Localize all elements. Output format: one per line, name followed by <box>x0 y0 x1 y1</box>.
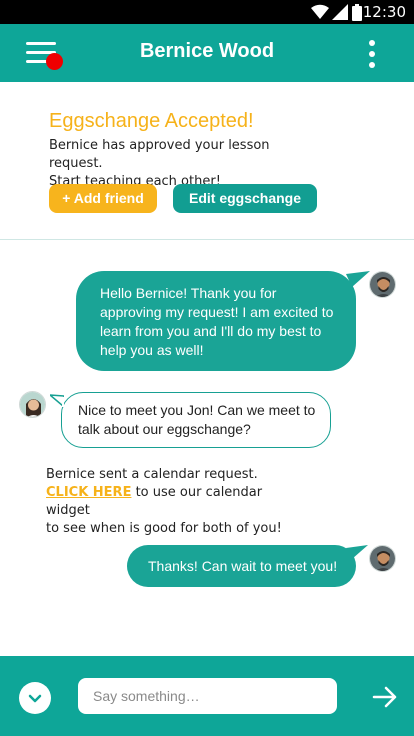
more-vertical-icon[interactable] <box>362 38 382 70</box>
calendar-click-here-link[interactable]: CLICK HERE <box>46 485 131 500</box>
calendar-note-line3: to see when is good for both of you! <box>46 521 282 536</box>
wifi-icon <box>311 4 329 20</box>
status-time: 12:30 <box>362 3 406 21</box>
message-outgoing: Thanks! Can wait to meet you! <box>127 545 368 587</box>
calendar-request-note: Bernice sent a calendar request. CLICK H… <box>46 466 306 538</box>
accepted-message-line1: Bernice has approved your lesson request… <box>49 138 270 171</box>
message-text: Hello Bernice! Thank you for approving m… <box>100 285 334 358</box>
add-friend-button[interactable]: + Add friend <box>49 184 157 213</box>
avatar-bernice <box>19 391 46 418</box>
message-text: Nice to meet you Jon! Can we meet to tal… <box>78 402 316 437</box>
edit-eggschange-button[interactable]: Edit eggschange <box>173 184 317 213</box>
message-input[interactable] <box>78 678 337 714</box>
bubble-tail <box>346 545 368 559</box>
status-bar: 12:30 <box>0 0 414 24</box>
message-incoming: Nice to meet you Jon! Can we meet to tal… <box>50 392 331 448</box>
page-title: Bernice Wood <box>139 40 275 62</box>
accepted-message: Bernice has approved your lesson request… <box>49 137 299 191</box>
bubble-tail <box>346 271 370 287</box>
avatar-jon <box>369 271 396 298</box>
app-bar: Bernice Wood <box>0 24 414 82</box>
avatar-jon <box>369 545 396 572</box>
calendar-note-line1: Bernice sent a calendar request. <box>46 467 258 482</box>
message-input-bar <box>0 656 414 736</box>
message-text: Thanks! Can wait to meet you! <box>148 558 338 574</box>
chevron-down-icon[interactable] <box>19 682 51 714</box>
message-outgoing: Hello Bernice! Thank you for approving m… <box>76 271 370 371</box>
eggschange-accepted-card: Eggschange Accepted! Bernice has approve… <box>0 82 414 240</box>
battery-icon <box>352 4 362 21</box>
arrow-right-icon[interactable] <box>370 682 400 712</box>
accepted-title: Eggschange Accepted! <box>49 110 254 132</box>
bubble-tail <box>50 394 64 408</box>
signal-icon <box>332 4 348 20</box>
